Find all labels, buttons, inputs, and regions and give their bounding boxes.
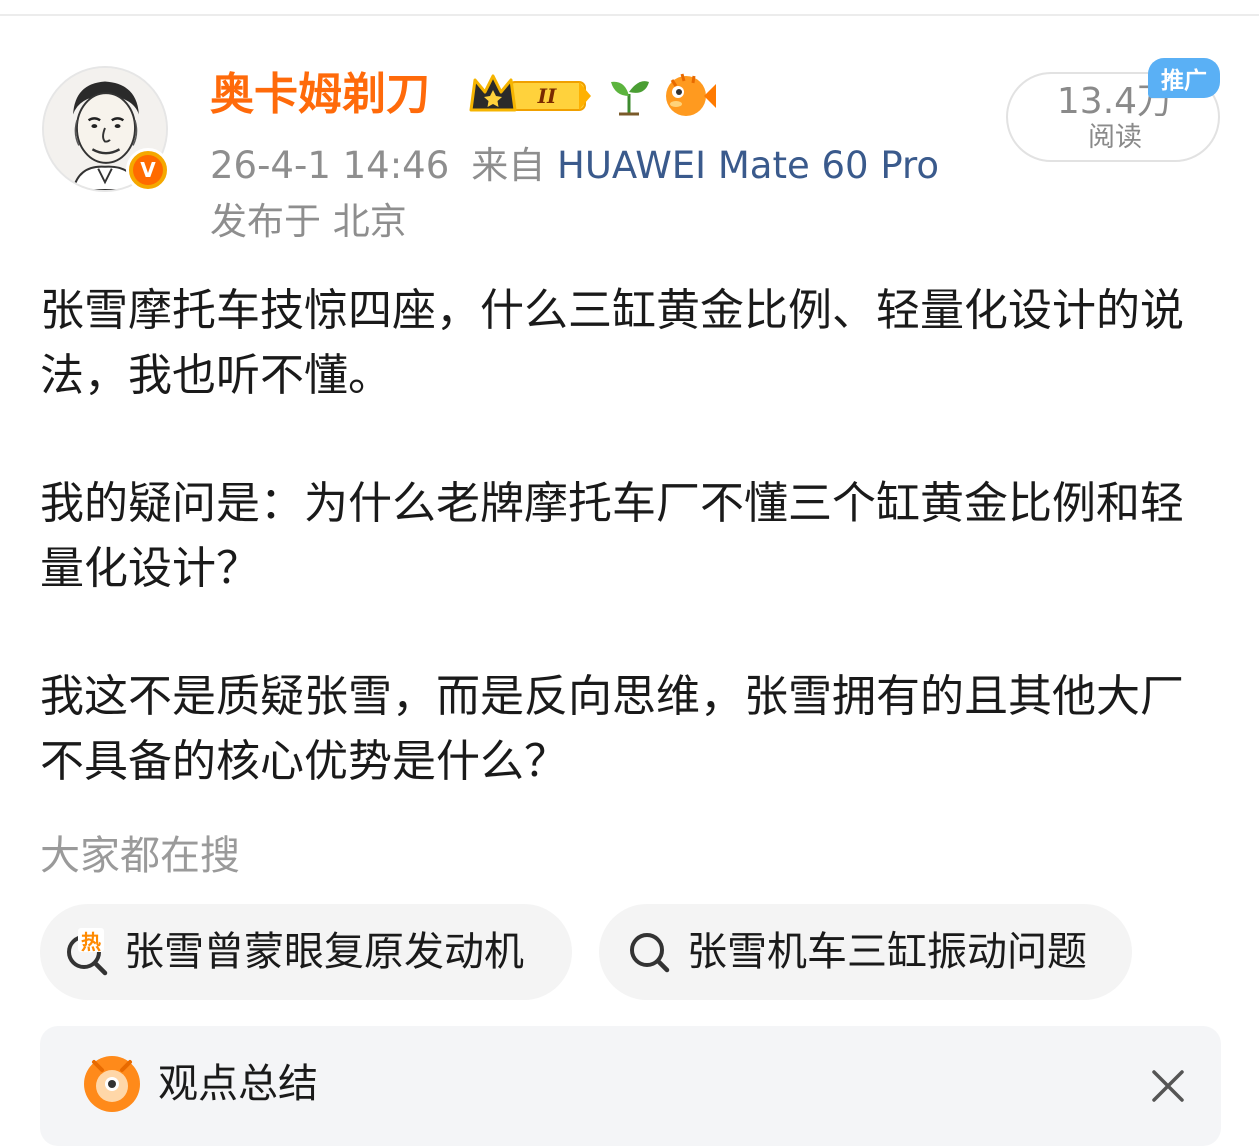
verified-badge-letter: V <box>133 155 163 185</box>
post-location: 发布于 北京 <box>210 200 407 243</box>
search-icon <box>630 933 670 973</box>
level-text: II <box>537 84 557 108</box>
post-content: 张雪摩托车技惊四座，什么三缸黄金比例、轻量化设计的说法，我也听不懂。 我的疑问是… <box>40 278 1225 794</box>
mascot-icon <box>84 1056 140 1112</box>
summary-title: 观点总结 <box>158 1061 318 1107</box>
promotion-tag: 推广 <box>1148 58 1220 98</box>
post-paragraph: 张雪摩托车技惊四座，什么三缸黄金比例、轻量化设计的说法，我也听不懂。 <box>40 285 1184 401</box>
sprout-icon <box>611 81 649 116</box>
search-suggestion-chip[interactable]: 热 张雪曾蒙眼复原发动机 <box>40 904 572 1000</box>
search-suggestion-label: 张雪机车三缸振动问题 <box>687 929 1087 975</box>
hot-icon-label: 热 <box>81 930 101 954</box>
search-suggestion-label: 张雪曾蒙眼复原发动机 <box>124 929 524 975</box>
pufferfish-icon <box>666 73 716 116</box>
close-icon[interactable] <box>1148 1066 1188 1106</box>
author-name[interactable]: 奥卡姆剃刀 <box>210 68 430 122</box>
search-suggestion-chip[interactable]: 张雪机车三缸振动问题 <box>599 904 1132 1000</box>
viewpoint-summary-card[interactable]: 观点总结 <box>40 1026 1221 1146</box>
trending-search-title: 大家都在搜 <box>40 833 240 879</box>
source-prefix: 来自 <box>471 144 546 187</box>
device-link[interactable]: HUAWEI Mate 60 Pro <box>557 144 939 187</box>
post-time: 26-4-1 14:46 <box>210 144 450 187</box>
read-count-label: 阅读 <box>1088 122 1142 153</box>
top-divider <box>0 14 1259 16</box>
hot-search-icon: 热 <box>67 928 108 976</box>
crown-level-badge-icon[interactable]: II <box>467 70 595 120</box>
verified-badge-icon: V <box>126 148 170 192</box>
post-paragraph: 我的疑问是：为什么老牌摩托车厂不懂三个缸黄金比例和轻量化设计？ <box>40 478 1184 594</box>
post-paragraph: 我这不是质疑张雪，而是反向思维，张雪拥有的且其他大厂不具备的核心优势是什么？ <box>40 671 1184 787</box>
post-meta: 26-4-1 14:46 来自 HUAWEI Mate 60 Pro <box>210 142 939 190</box>
